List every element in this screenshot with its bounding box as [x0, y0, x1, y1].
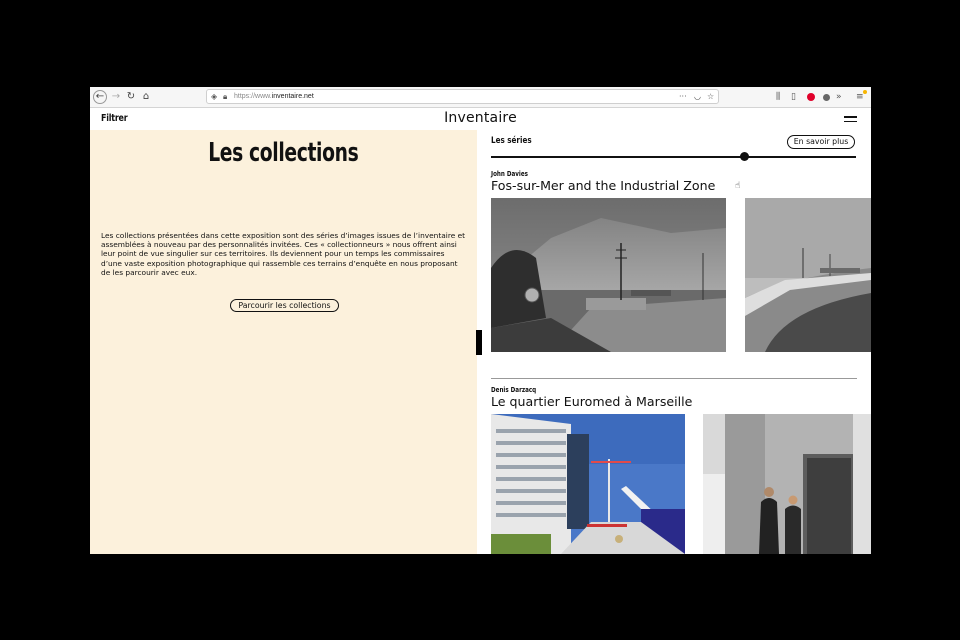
browse-collections-button[interactable]: Parcourir les collections — [230, 299, 339, 312]
section-divider — [491, 378, 857, 379]
pointer-cursor-icon: ☝ — [735, 181, 741, 191]
collection-photo[interactable] — [491, 414, 685, 554]
update-badge-icon — [863, 90, 867, 94]
site-header: Filtrer Inventaire — [90, 108, 871, 130]
collection-author[interactable]: John Davies — [491, 170, 528, 178]
overflow-icon[interactable]: » — [836, 90, 842, 104]
url-bar[interactable]: ◈ 🔒︎ https://www.inventaire.net ··· ◡ ☆ — [206, 89, 719, 104]
account-icon[interactable] — [823, 94, 830, 101]
intro-text: Les collections présentées dans cette ex… — [101, 231, 466, 277]
collection-photo[interactable] — [745, 198, 871, 352]
lock-icon[interactable]: 🔒︎ — [223, 91, 227, 103]
collection-photo[interactable] — [491, 198, 726, 352]
more-icon[interactable]: ··· — [679, 90, 687, 103]
collection-author[interactable]: Denis Darzacq — [491, 386, 536, 394]
series-slider-track[interactable] — [491, 156, 856, 158]
pocket-icon[interactable]: ◡ — [694, 90, 701, 103]
browser-window: ← → ↻ ⌂ ◈ 🔒︎ https://www.inventaire.net … — [90, 87, 871, 554]
home-icon[interactable]: ⌂ — [139, 90, 153, 104]
collection-title[interactable]: Fos-sur-Mer and the Industrial Zone — [491, 178, 715, 193]
opera-icon[interactable] — [807, 93, 815, 101]
page-title: Les collections — [208, 138, 359, 168]
series-panel: Les séries En savoir plus John Davies Fo… — [482, 130, 871, 554]
reload-icon[interactable]: ↻ — [124, 90, 138, 104]
url-text[interactable]: https://www.inventaire.net — [234, 90, 314, 103]
browser-toolbar: ← → ↻ ⌂ ◈ 🔒︎ https://www.inventaire.net … — [90, 87, 871, 108]
collections-intro-panel: Les collections Les collections présenté… — [90, 130, 477, 554]
site-logo[interactable]: Inventaire — [90, 110, 871, 126]
learn-more-button[interactable]: En savoir plus — [787, 135, 855, 149]
collection-photo[interactable] — [703, 414, 871, 554]
shield-icon[interactable]: ◈ — [211, 91, 217, 103]
series-heading: Les séries — [491, 136, 532, 146]
hamburger-menu-icon[interactable] — [844, 116, 857, 122]
collection-title[interactable]: Le quartier Euromed à Marseille — [491, 394, 692, 409]
sidebar-icon[interactable]: ▯ — [791, 90, 796, 104]
forward-icon[interactable]: → — [109, 90, 123, 104]
series-slider-handle[interactable] — [740, 152, 749, 161]
library-icon[interactable]: ⫼ — [776, 90, 780, 104]
bookmark-star-icon[interactable]: ☆ — [707, 90, 714, 103]
back-icon[interactable]: ← — [93, 90, 107, 104]
